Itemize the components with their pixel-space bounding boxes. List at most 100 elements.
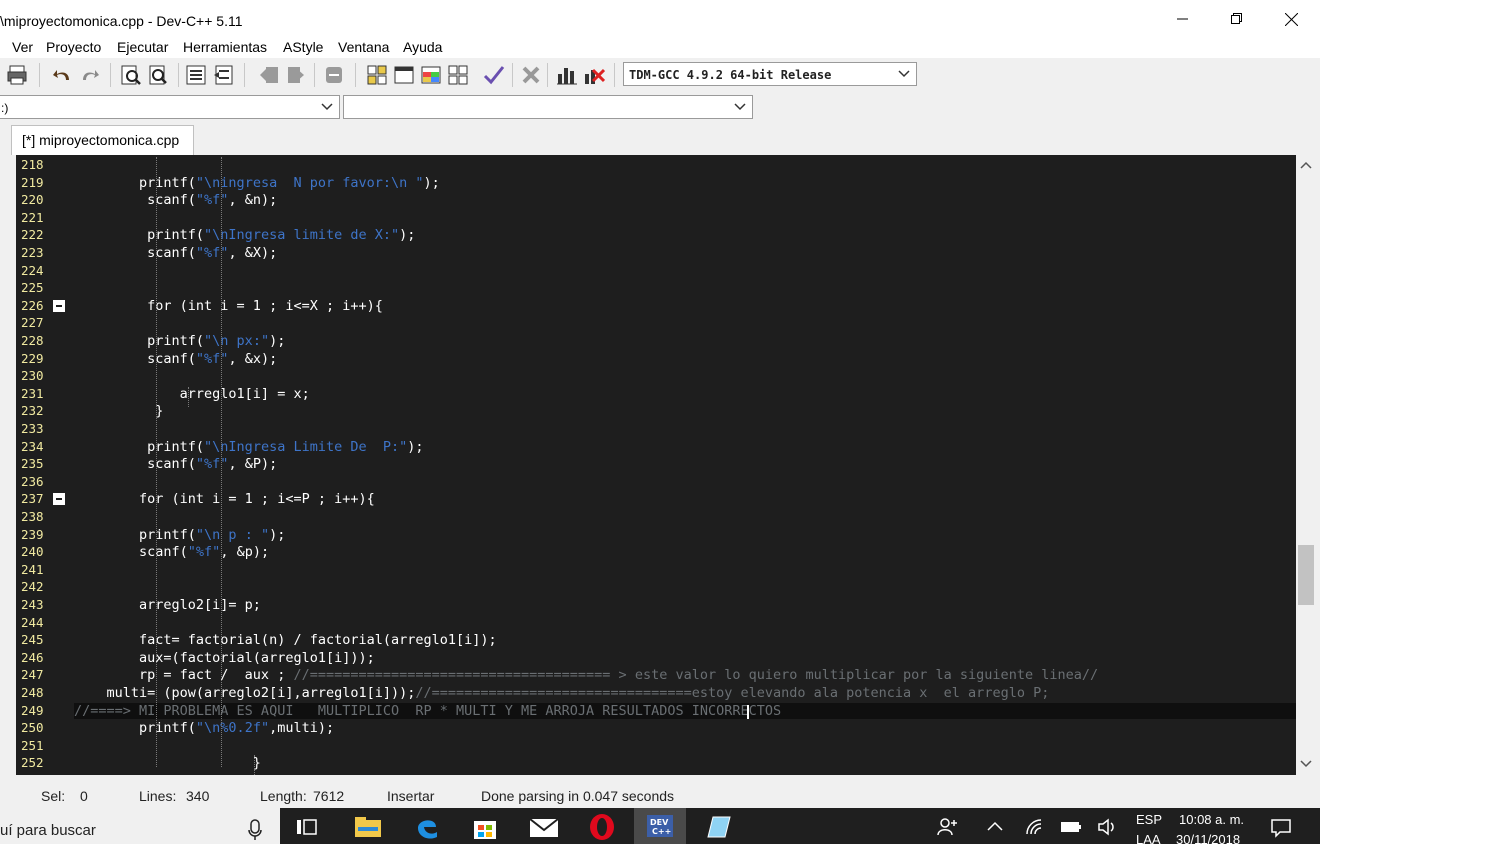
code-line[interactable]: fact= factorial(n) / factorial(arreglo1[…	[74, 632, 497, 648]
restore-button[interactable]	[1210, 0, 1264, 38]
file-explorer-icon[interactable]	[354, 815, 382, 839]
line-number-gutter: 218 219 220 221 222 223 224 225 226 227 228 229 230 2…	[16, 155, 73, 775]
layout-icon[interactable]	[420, 64, 442, 86]
minimize-button[interactable]	[1156, 0, 1210, 38]
undo-icon[interactable]	[52, 64, 74, 86]
code-line[interactable]: printf("\nIngresa limite de X:");	[74, 227, 415, 243]
title-bar: \miproyectomonica.cpp - Dev-C++ 5.11	[0, 0, 1320, 38]
status-length-label: Length:	[260, 788, 307, 804]
code-editor[interactable]: 218 219 220 221 222 223 224 225 226 227 228 229 230 2…	[16, 155, 1296, 775]
code-line[interactable]: printf("\n p : ");	[74, 527, 285, 543]
menu-proyecto[interactable]: Proyecto	[46, 39, 101, 55]
fold-toggle-icon[interactable]	[53, 493, 65, 506]
unindent-icon[interactable]	[212, 64, 234, 86]
status-sel-label: Sel:	[41, 788, 66, 804]
wifi-icon[interactable]	[1025, 818, 1045, 836]
code-line[interactable]: scanf("%f", &p);	[74, 544, 269, 560]
text-caret	[747, 704, 749, 719]
devcpp-taskbar-item[interactable]: DEV C++	[634, 808, 686, 844]
line-number: 230	[21, 368, 44, 384]
tiles-icon[interactable]	[447, 64, 469, 86]
opera-icon[interactable]	[588, 813, 616, 841]
chart-icon[interactable]	[556, 64, 578, 86]
status-lines-label: Lines:	[139, 788, 177, 804]
print-icon[interactable]	[6, 64, 28, 86]
window-icon[interactable]	[393, 64, 415, 86]
member-select[interactable]	[343, 95, 753, 119]
vertical-scrollbar[interactable]	[1296, 155, 1316, 775]
line-number: 251	[21, 737, 44, 753]
code-line[interactable]: }	[74, 403, 163, 419]
language-bottom[interactable]: LAA	[1136, 832, 1161, 844]
clock-time[interactable]: 10:08 a. m.	[1179, 812, 1244, 827]
code-line[interactable]: printf("\n%0.2f",multi);	[74, 720, 334, 736]
status-sel-value: 0	[80, 788, 88, 804]
code-line[interactable]: for (int i = 1 ; i<=P ; i++){	[74, 491, 375, 507]
fold-toggle-icon[interactable]	[53, 299, 65, 312]
code-line[interactable]: aux=(factorial(arreglo1[i]));	[74, 650, 375, 666]
search-placeholder: uí para buscar	[0, 822, 96, 839]
class-select[interactable]: :)	[0, 95, 340, 119]
code-line[interactable]: //====> MI PROBLEMA ES AQUI MULTIPLICO R…	[74, 702, 1296, 719]
code-line[interactable]: }	[74, 755, 261, 771]
notifications-icon[interactable]	[1270, 818, 1292, 838]
delete-profile-icon[interactable]	[583, 64, 605, 86]
code-line[interactable]: scanf("%f", &x);	[74, 351, 277, 367]
code-line[interactable]: scanf("%f", &n);	[74, 192, 277, 208]
mail-icon[interactable]	[529, 816, 559, 838]
code-line[interactable]: printf("\n px:");	[74, 333, 285, 349]
store-icon[interactable]	[472, 814, 498, 840]
clock-date[interactable]: 30/11/2018	[1176, 832, 1240, 844]
microphone-icon[interactable]	[248, 819, 262, 841]
code-line[interactable]: for (int i = 1 ; i<=X ; i++){	[74, 298, 383, 314]
line-number: 232	[21, 403, 44, 419]
menu-herramientas[interactable]: Herramientas	[183, 39, 267, 55]
language-top[interactable]: ESP	[1136, 812, 1162, 827]
menu-ayuda[interactable]: Ayuda	[403, 39, 442, 55]
check-icon[interactable]	[483, 64, 505, 86]
indent-guide	[188, 387, 189, 407]
line-number: 243	[21, 597, 44, 612]
compiler-select[interactable]: TDM-GCC 4.9.2 64-bit Release	[623, 62, 917, 86]
chevron-up-icon[interactable]	[987, 821, 1003, 831]
menu-ver[interactable]: Ver	[12, 39, 33, 55]
scrollbar-thumb[interactable]	[1298, 545, 1314, 605]
code-line[interactable]: scanf("%f", &P);	[74, 456, 277, 472]
close-button[interactable]	[1264, 0, 1318, 38]
replace-icon[interactable]	[148, 64, 170, 86]
menu-ventana[interactable]: Ventana	[338, 39, 389, 55]
line-number: 231	[21, 385, 44, 401]
line-number: 240	[21, 544, 44, 560]
code-line[interactable]: printf("\ningresa N por favor:\n ");	[74, 175, 440, 191]
find-icon[interactable]	[120, 64, 142, 86]
tab-label: [*] miproyectomonica.cpp	[22, 132, 180, 148]
redo-icon[interactable]	[78, 64, 100, 86]
menu-ejecutar[interactable]: Ejecutar	[117, 39, 168, 55]
task-view-icon[interactable]	[296, 817, 318, 837]
scroll-down-icon[interactable]	[1300, 760, 1312, 768]
people-icon[interactable]	[937, 817, 959, 837]
taskbar-search[interactable]: uí para buscar	[0, 808, 280, 844]
tab-miproyectomonica[interactable]: [*] miproyectomonica.cpp	[11, 125, 194, 155]
code-line[interactable]: scanf("%f", &X);	[74, 245, 277, 261]
code-line[interactable]: rp = fact / aux ; //====================…	[74, 667, 1098, 683]
scroll-up-icon[interactable]	[1300, 161, 1312, 169]
line-number: 222	[21, 227, 44, 243]
edge-icon[interactable]	[414, 814, 440, 840]
code-line[interactable]: arreglo1[i] = x;	[74, 386, 310, 402]
volume-icon[interactable]	[1097, 818, 1117, 836]
indent-icon[interactable]	[185, 64, 207, 86]
line-number: 220	[21, 192, 44, 208]
bookmark-prev-icon[interactable]	[258, 64, 280, 86]
stop-icon[interactable]	[520, 64, 542, 86]
menu-astyle[interactable]: AStyle	[283, 39, 323, 55]
goto-line-icon[interactable]	[323, 64, 345, 86]
bookmark-next-icon[interactable]	[286, 64, 308, 86]
new-project-icon[interactable]	[366, 64, 388, 86]
code-area[interactable]: printf("\ningresa N por favor:\n "); sca…	[74, 155, 1296, 775]
menu-bar: Ver Proyecto Ejecutar Herramientas AStyl…	[0, 38, 1320, 58]
notes-icon[interactable]	[705, 814, 733, 840]
code-line[interactable]: arreglo2[i]= p;	[74, 597, 261, 613]
battery-icon[interactable]	[1060, 820, 1082, 834]
code-line[interactable]: printf("\nIngresa Limite De P:");	[74, 439, 423, 455]
